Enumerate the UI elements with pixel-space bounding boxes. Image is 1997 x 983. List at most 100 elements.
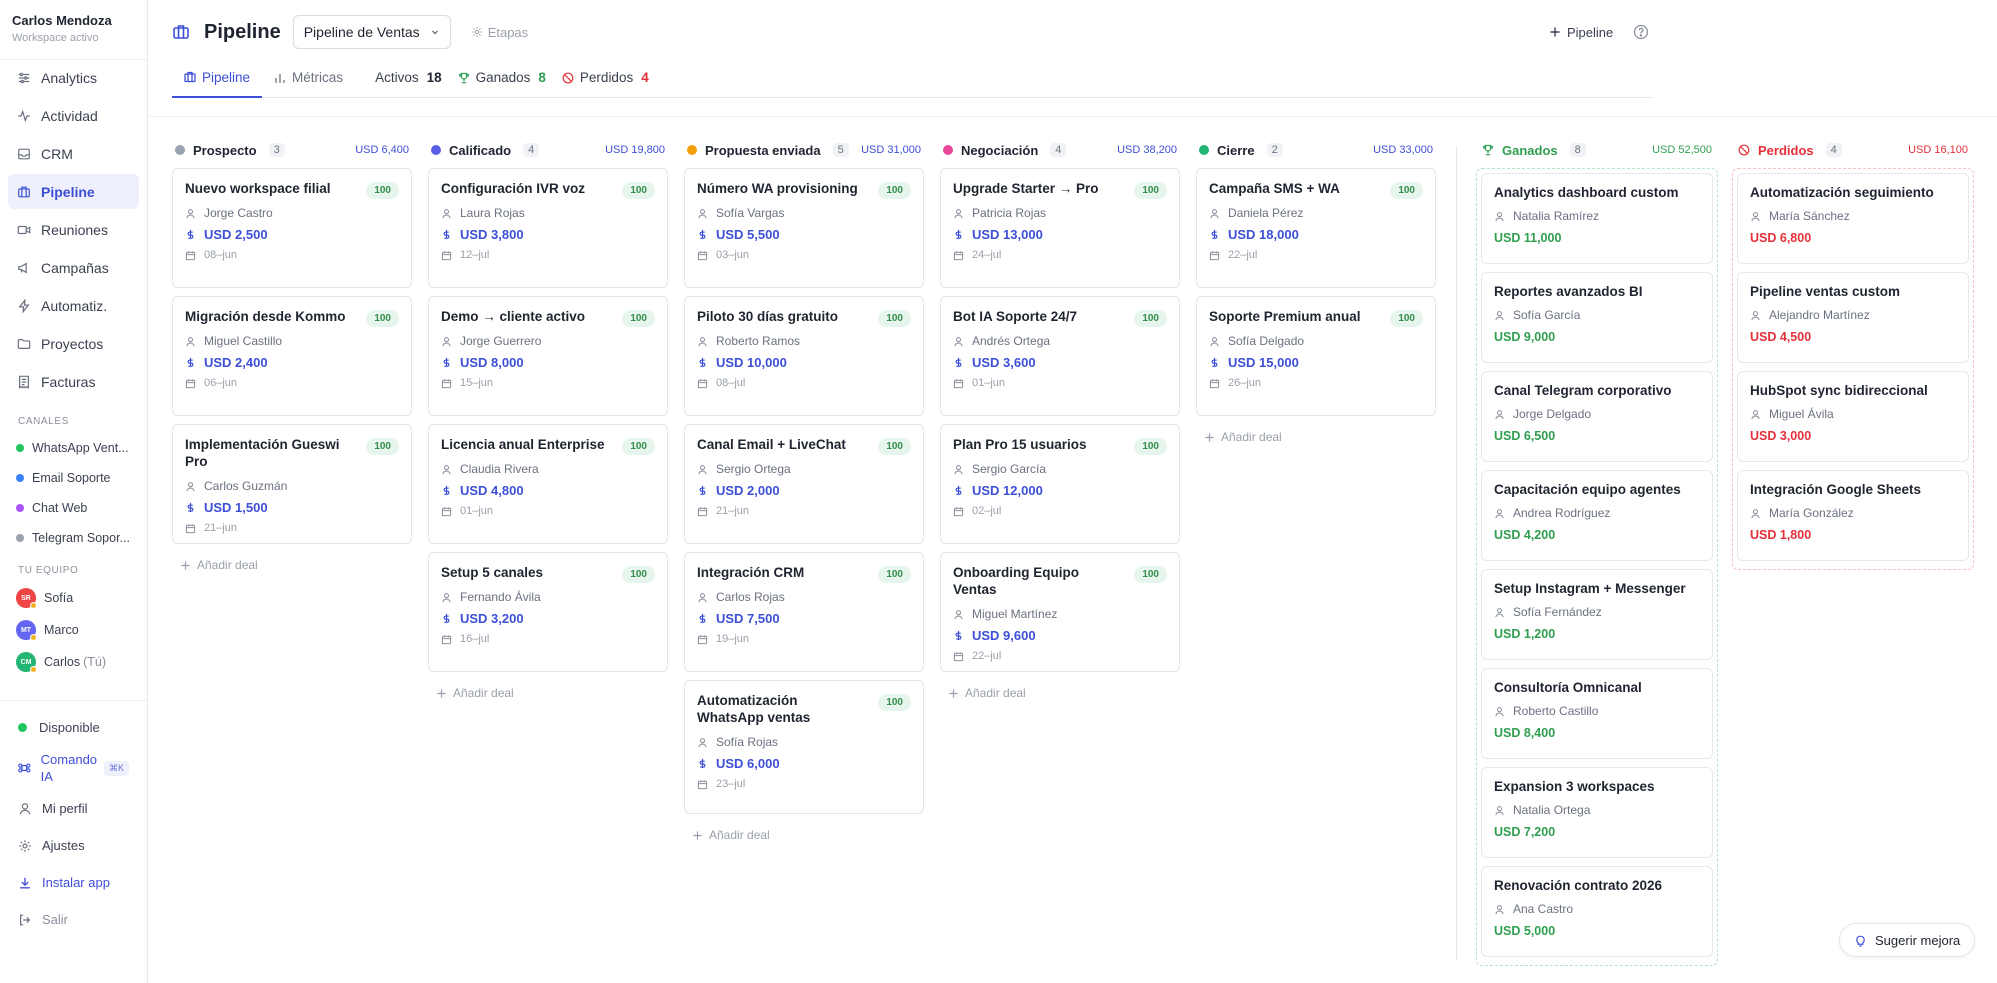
deal-card[interactable]: Nuevo workspace filial 100 Jorge Castro USD… [172,168,412,288]
deal-score-badge: 100 [1390,310,1423,327]
deal-card[interactable]: Automatización WhatsApp ventas 100 Sofía R… [684,680,924,814]
deal-owner-name: María Sánchez [1769,209,1850,223]
install-app-button[interactable]: Instalar app [8,864,139,901]
deal-card[interactable]: Canal Email + LiveChat 100 Sergio Ortega US… [684,424,924,544]
stage-color-dot [175,145,185,155]
deal-card[interactable]: Setup 5 canales 100 Fernando Ávila USD 3,20… [428,552,668,672]
deal-date: 26–jun [1209,377,1423,389]
deal-owner: María Sánchez [1750,209,1956,223]
sidebar-item-facturas[interactable]: Facturas [8,364,139,399]
sidebar-item-analytics[interactable]: Analytics [8,60,139,95]
status-toggle[interactable]: Disponible [8,709,139,746]
deal-card[interactable]: Campaña SMS + WA 100 Daniela Pérez USD 18,0… [1196,168,1436,288]
deal-card[interactable]: Migración desde Kommo 100 Miguel Castillo U… [172,296,412,416]
deal-card[interactable]: Número WA provisioning 100 Sofía Vargas USD… [684,168,924,288]
profile-link[interactable]: Mi perfil [8,790,139,827]
user-icon [442,208,451,218]
sidebar-item-crm[interactable]: CRM [8,136,139,171]
closed-deal-card[interactable]: Automatización seguimiento María Sánchez U… [1737,173,1969,264]
deal-date-value: 19–jun [716,633,750,645]
deal-owner: Daniela Pérez [1209,206,1423,220]
channel-item[interactable]: WhatsApp Vent... [0,433,147,463]
sidebar-item-label: Proyectos [41,335,104,352]
deal-card[interactable]: Licencia anual Enterprise 100 Claudia Rive… [428,424,668,544]
command-shortcut: ⌘K [103,760,129,776]
dollar-icon [1211,357,1218,368]
deal-card[interactable]: Demo → cliente activo 100 Jorge Guerrero US… [428,296,668,416]
closed-deal-card[interactable]: Reportes avanzados BI Sofía García USD 9,0… [1481,272,1713,363]
lost-dropzone: Automatización seguimiento María Sánchez U… [1732,168,1974,570]
deal-date-value: 08–jun [204,249,238,261]
closed-deal-card[interactable]: Renovación contrato 2026 Ana Castro USD 5,… [1481,866,1713,957]
stage-color-dot [431,145,441,155]
add-deal-button[interactable]: Añadir deal [428,680,668,706]
sidebar-item-campañas[interactable]: Campañas [8,250,139,285]
closed-deal-card[interactable]: Analytics dashboard custom Natalia Ramíre… [1481,173,1713,264]
channel-item[interactable]: Chat Web [0,493,147,523]
stage-color-dot [1199,145,1209,155]
won-column: Ganados 8 USD 52,500 Analytics dashboard cu… [1476,142,1718,966]
channel-item[interactable]: Telegram Sopor... [0,523,147,553]
add-deal-button[interactable]: Añadir deal [940,680,1180,706]
closed-deal-card[interactable]: HubSpot sync bidireccional Miguel Ávila US… [1737,371,1969,462]
deal-score-badge: 100 [878,694,911,711]
sidebar-item-pipeline[interactable]: Pipeline [8,174,139,209]
dollar-icon [955,630,962,641]
command-ai-button[interactable]: Comando IA ⌘K [8,746,139,790]
logout-button[interactable]: Salir [8,901,139,938]
deal-card[interactable]: Integración CRM 100 Carlos Rojas USD 7,500 1… [684,552,924,672]
deal-amount: USD 3,800 [441,227,655,242]
add-deal-button[interactable]: Añadir deal [684,822,924,848]
channel-item[interactable]: Email Soporte [0,463,147,493]
deal-card[interactable]: Soporte Premium anual 100 Sofía Delgado USD… [1196,296,1436,416]
deal-card[interactable]: Upgrade Starter → Pro 100 Patricia Rojas US… [940,168,1180,288]
deal-card[interactable]: Bot IA Soporte 24/7 100 Andrés Ortega USD 3… [940,296,1180,416]
deal-amount: USD 4,500 [1750,330,1812,344]
team-member[interactable]: MT Marco [0,614,147,646]
team-member[interactable]: SR Sofía [0,582,147,614]
sidebar-item-automatiz[interactable]: Automatiz. [8,288,139,323]
stage-column: Calificado 4 USD 19,800 Configuración IVR v… [428,142,668,706]
deal-title: Renovación contrato 2026 [1494,878,1663,893]
deal-card[interactable]: Implementación Gueswi Pro 100 Carlos Guzmá… [172,424,412,544]
closed-deal-card[interactable]: Setup Instagram + Messenger Sofía Fernánd… [1481,569,1713,660]
settings-link[interactable]: Ajustes [8,827,139,864]
workspace-header[interactable]: Carlos Mendoza Workspace activo [0,0,147,60]
deal-date-value: 24–jul [972,249,1002,261]
deal-date-value: 01–jun [460,505,494,517]
deal-owner-name: Andrea Rodríguez [1513,506,1611,520]
add-deal-button[interactable]: Añadir deal [172,552,412,578]
sidebar-item-reuniones[interactable]: Reuniones [8,212,139,247]
closed-deal-card[interactable]: Capacitación equipo agentes Andrea Rodríg… [1481,470,1713,561]
deal-card[interactable]: Plan Pro 15 usuarios 100 Sergio García USD … [940,424,1180,544]
sidebar-item-proyectos[interactable]: Proyectos [8,326,139,361]
add-deal-button[interactable]: Añadir deal [1196,424,1436,450]
sidebar-item-label: Pipeline [41,183,95,200]
closed-deal-card[interactable]: Consultoría Omnicanal Roberto Castillo USD… [1481,668,1713,759]
sidebar-item-label: CRM [41,145,73,162]
deal-card[interactable]: Configuración IVR voz 100 Laura Rojas USD 3… [428,168,668,288]
deal-date: 22–jul [953,650,1167,662]
sidebar-item-actividad[interactable]: Actividad [8,98,139,133]
deal-amount-value: USD 3,800 [460,227,524,242]
deal-amount: USD 7,500 [697,611,911,626]
deal-card[interactable]: Onboarding Equipo Ventas 100 Miguel Martín… [940,552,1180,672]
calendar-icon [441,634,452,644]
add-pipeline-button[interactable]: Pipeline [1549,25,1613,40]
deal-amount: USD 8,000 [441,355,655,370]
team-member[interactable]: CM Carlos (Tú) [0,646,147,678]
deal-card[interactable]: Piloto 30 días gratuito 100 Roberto Ramos U… [684,296,924,416]
tab-pipeline[interactable]: Pipeline [172,58,263,98]
deal-owner-name: Miguel Martínez [972,607,1058,621]
closed-deal-card[interactable]: Canal Telegram corporativo Jorge Delgado U… [1481,371,1713,462]
deal-date: 24–jul [953,249,1167,261]
closed-deal-card[interactable]: Pipeline ventas custom Alejandro Martínez… [1737,272,1969,363]
pipeline-select[interactable]: Pipeline de Ventas [292,15,451,49]
help-icon[interactable] [1633,24,1649,40]
tab-metrics[interactable]: Métricas [262,58,355,98]
suggest-improvement-button[interactable]: Sugerir mejora [1839,923,1976,957]
stages-button[interactable]: Etapas [471,25,528,40]
closed-deal-card[interactable]: Expansion 3 workspaces Natalia Ortega USD … [1481,767,1713,858]
closed-deal-card[interactable]: Integración Google Sheets María González U… [1737,470,1969,561]
avatar: MT [16,620,37,641]
